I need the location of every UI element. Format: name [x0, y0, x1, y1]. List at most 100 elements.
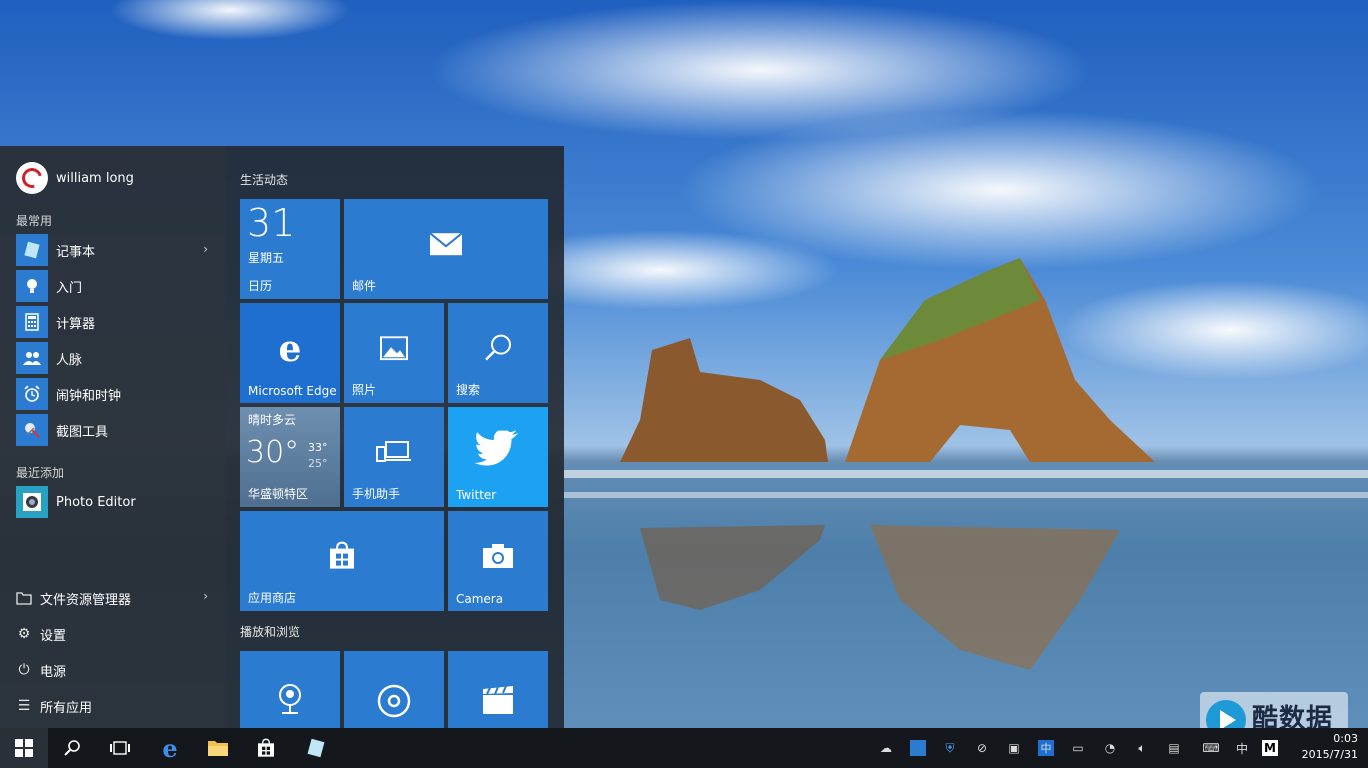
- tile-label: 搜索: [456, 383, 481, 397]
- tile-label: 应用商店: [248, 591, 297, 605]
- taskbar-edge[interactable]: e: [146, 728, 194, 768]
- sys-item-label: 所有应用: [40, 700, 93, 716]
- monitor-icon[interactable]: ▣: [1006, 740, 1022, 756]
- taskbar-file-explorer[interactable]: [194, 728, 242, 768]
- file-explorer-button[interactable]: 文件资源管理器 ›: [16, 583, 216, 613]
- taskbar-clock[interactable]: 0:03 2015/7/31: [1302, 731, 1358, 763]
- app-item-get-started[interactable]: 入门: [16, 270, 216, 302]
- tile-label: 照片: [352, 383, 377, 397]
- phone-laptop-icon: [374, 439, 414, 469]
- app-item-label: Photo Editor: [56, 494, 136, 510]
- tile-store[interactable]: 应用商店: [240, 511, 444, 611]
- start-button[interactable]: [0, 728, 48, 768]
- weather-location: 华盛顿特区: [248, 487, 309, 501]
- tile-label: Camera: [456, 592, 504, 606]
- windows-logo-icon: [15, 739, 33, 757]
- people-icon: [16, 342, 48, 374]
- user-name: william long: [56, 170, 134, 186]
- clock-time: 0:03: [1333, 732, 1358, 745]
- tile-label: 手机助手: [352, 487, 401, 501]
- chevron-right-icon[interactable]: ›: [203, 242, 208, 256]
- tile-search[interactable]: 搜索: [448, 303, 548, 403]
- mail-icon: [429, 232, 463, 260]
- tile-edge[interactable]: e Microsoft Edge: [240, 303, 340, 403]
- weather-high: 33°: [308, 441, 328, 454]
- sys-item-label: 电源: [40, 664, 67, 680]
- tile-photos[interactable]: 照片: [344, 303, 444, 403]
- avatar-pin-icon: [276, 683, 304, 721]
- photo-editor-icon: [16, 486, 48, 518]
- task-view-icon: [110, 741, 130, 755]
- file-explorer-icon: [16, 590, 32, 606]
- task-view-button[interactable]: [96, 728, 144, 768]
- clock-date: 2015/7/31: [1301, 748, 1358, 761]
- keyboard-icon[interactable]: ⌨: [1200, 740, 1222, 756]
- battery-icon[interactable]: ▭: [1070, 740, 1086, 756]
- tile-label: 日历: [248, 279, 273, 293]
- app-item-notepad[interactable]: 记事本 ›: [16, 234, 216, 266]
- settings-button[interactable]: ⚙ 设置: [16, 619, 216, 649]
- wifi-icon[interactable]: ◔: [1102, 740, 1118, 756]
- weather-low: 25°: [308, 457, 328, 470]
- search-icon: [483, 333, 513, 367]
- volume-icon[interactable]: 🔈︎: [1134, 740, 1150, 756]
- onedrive-icon[interactable]: ☁: [878, 740, 894, 756]
- store-bag-icon: [258, 738, 274, 757]
- store-bag-icon: [327, 541, 357, 575]
- tile-xbox-avatar[interactable]: [240, 651, 340, 728]
- network-disabled-icon[interactable]: ⊘: [974, 740, 990, 756]
- search-icon: [64, 740, 80, 756]
- weather-condition: 晴时多云: [248, 413, 297, 427]
- action-center-icon[interactable]: ▤: [1166, 740, 1182, 756]
- photos-icon: [380, 336, 408, 364]
- shield-icon[interactable]: ⛨: [942, 740, 958, 756]
- all-apps-button[interactable]: ☰ 所有应用: [16, 691, 216, 721]
- app-item-snipping-tool[interactable]: 截图工具: [16, 414, 216, 446]
- tile-phone-companion[interactable]: 手机助手: [344, 407, 444, 507]
- app-item-label: 截图工具: [56, 424, 109, 440]
- taskbar: e ☁ ⛨ ⊘ ▣ 中 ▭ ◔ 🔈︎ ▤ ⌨ 中 M 0:03 2015/7/3…: [0, 728, 1368, 768]
- ime-mode[interactable]: M: [1262, 740, 1278, 756]
- app-item-photo-editor[interactable]: Photo Editor: [16, 486, 216, 518]
- app-item-label: 记事本: [56, 244, 96, 260]
- tile-camera[interactable]: Camera: [448, 511, 548, 611]
- start-menu: william long 最常用 记事本 › 入门 计算器 人脉 闹钟和时钟 截…: [0, 146, 564, 728]
- most-used-label: 最常用: [16, 214, 53, 228]
- app-item-people[interactable]: 人脉: [16, 342, 216, 374]
- tile-weather[interactable]: 晴时多云 30° 33° 25° 华盛顿特区: [240, 407, 340, 507]
- snipping-tool-icon: [16, 414, 48, 446]
- alarm-clock-icon: [16, 378, 48, 410]
- app-item-calculator[interactable]: 计算器: [16, 306, 216, 338]
- weather-temp: 30°: [246, 435, 300, 470]
- power-button[interactable]: ⏻ 电源: [16, 655, 216, 685]
- power-icon: ⏻: [18, 662, 30, 678]
- chevron-right-icon[interactable]: ›: [203, 589, 208, 603]
- tile-groove-music[interactable]: [344, 651, 444, 728]
- app-tray-icon[interactable]: [910, 740, 926, 756]
- edge-icon: e: [162, 733, 178, 763]
- user-account[interactable]: william long: [16, 162, 134, 194]
- tile-calendar[interactable]: 31 星期五 日历: [240, 199, 340, 299]
- app-item-label: 计算器: [56, 316, 96, 332]
- sys-item-label: 文件资源管理器: [40, 592, 132, 608]
- calendar-day-number: 31: [247, 201, 296, 245]
- lightbulb-icon: [16, 270, 48, 302]
- recently-added-label: 最近添加: [16, 466, 65, 480]
- ime-tray-icon[interactable]: 中: [1038, 740, 1054, 756]
- taskbar-store[interactable]: [242, 728, 290, 768]
- sys-item-label: 设置: [40, 628, 67, 644]
- notepad-icon: [307, 738, 325, 758]
- tile-mail[interactable]: 邮件: [344, 199, 548, 299]
- taskbar-search-button[interactable]: [48, 728, 96, 768]
- list-icon: ☰: [17, 698, 31, 714]
- group-label-life: 生活动态: [240, 173, 289, 187]
- tile-twitter[interactable]: Twitter: [448, 407, 548, 507]
- notepad-icon: [16, 234, 48, 266]
- folder-icon: [208, 741, 228, 756]
- ime-language[interactable]: 中: [1234, 740, 1250, 756]
- tile-label: Twitter: [456, 488, 497, 502]
- calendar-weekday: 星期五: [248, 251, 285, 265]
- taskbar-notepad[interactable]: [292, 728, 340, 768]
- app-item-alarms[interactable]: 闹钟和时钟: [16, 378, 216, 410]
- tile-movies[interactable]: [448, 651, 548, 728]
